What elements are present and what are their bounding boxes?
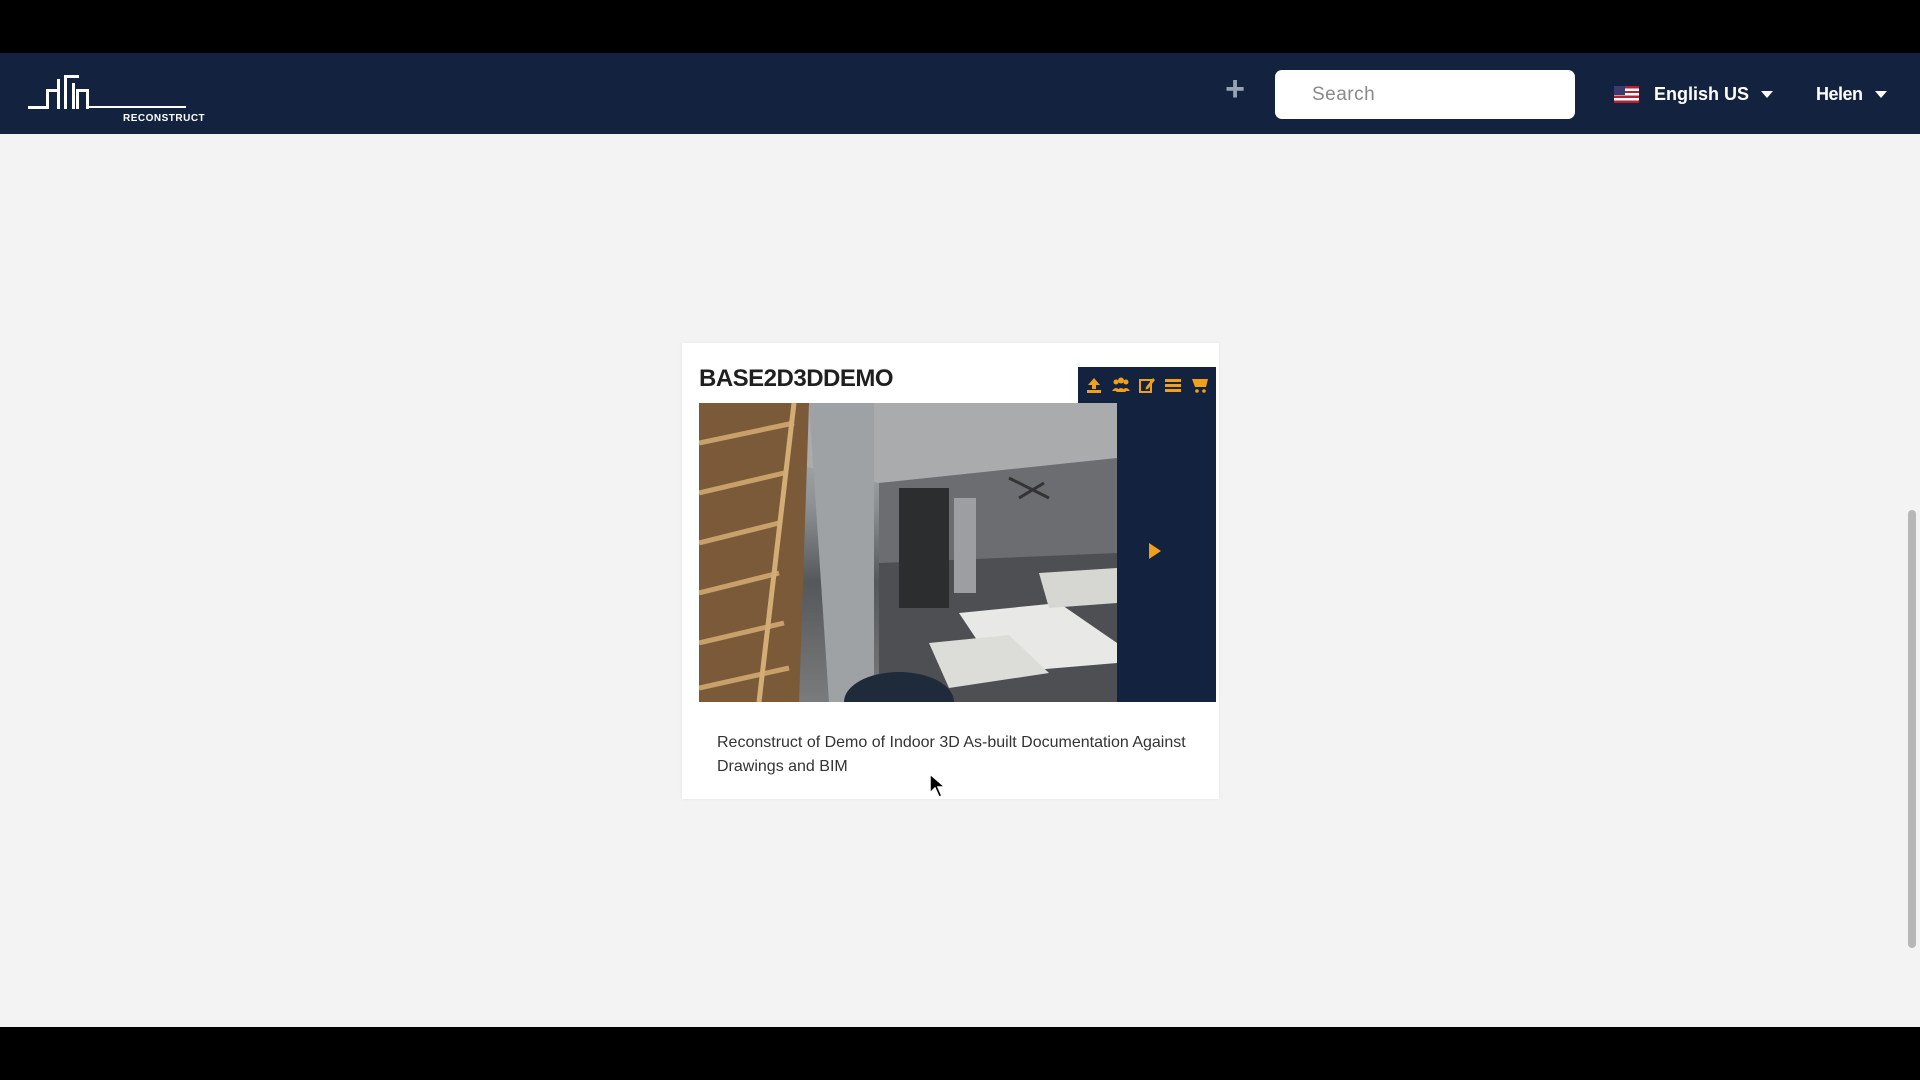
user-menu-dropdown[interactable]: Helen bbox=[1816, 79, 1887, 109]
chevron-down-icon bbox=[1874, 90, 1887, 98]
logo-text: RECONSTRUCT bbox=[123, 113, 206, 124]
page-scrollbar[interactable] bbox=[1908, 510, 1916, 948]
project-card[interactable]: BASE2D3DDEMO Reconstruct of Demo of Indo… bbox=[682, 343, 1219, 799]
cart-icon[interactable] bbox=[1190, 375, 1210, 395]
project-preview-image[interactable] bbox=[699, 403, 1117, 702]
interior-scene-image bbox=[699, 403, 1117, 702]
project-title[interactable]: BASE2D3DDEMO bbox=[699, 365, 894, 393]
project-toolbar bbox=[1078, 367, 1216, 403]
plus-icon: + bbox=[1225, 70, 1245, 108]
language-dropdown[interactable]: English US bbox=[1614, 79, 1774, 109]
list-icon[interactable] bbox=[1163, 375, 1183, 395]
language-label: English US bbox=[1654, 83, 1750, 104]
project-description: Reconstruct of Demo of Indoor 3D As-buil… bbox=[717, 734, 1186, 775]
search-input[interactable] bbox=[1275, 70, 1575, 119]
upload-icon[interactable] bbox=[1084, 375, 1104, 395]
users-icon[interactable] bbox=[1111, 375, 1131, 395]
reconstruct-logo[interactable]: RECONSTRUCT bbox=[28, 69, 205, 124]
add-project-button[interactable]: + bbox=[1221, 72, 1249, 106]
logo-mark-icon bbox=[28, 75, 186, 109]
play-icon[interactable] bbox=[1149, 543, 1161, 559]
browser-viewport: RECONSTRUCT + English US Helen BASE2D3DD… bbox=[0, 53, 1920, 1027]
mouse-cursor-icon bbox=[929, 773, 947, 798]
user-name: Helen bbox=[1816, 83, 1863, 104]
edit-icon[interactable] bbox=[1137, 375, 1157, 395]
top-navbar: RECONSTRUCT + English US Helen bbox=[0, 53, 1920, 134]
us-flag-icon bbox=[1614, 85, 1639, 103]
chevron-down-icon bbox=[1761, 90, 1774, 98]
